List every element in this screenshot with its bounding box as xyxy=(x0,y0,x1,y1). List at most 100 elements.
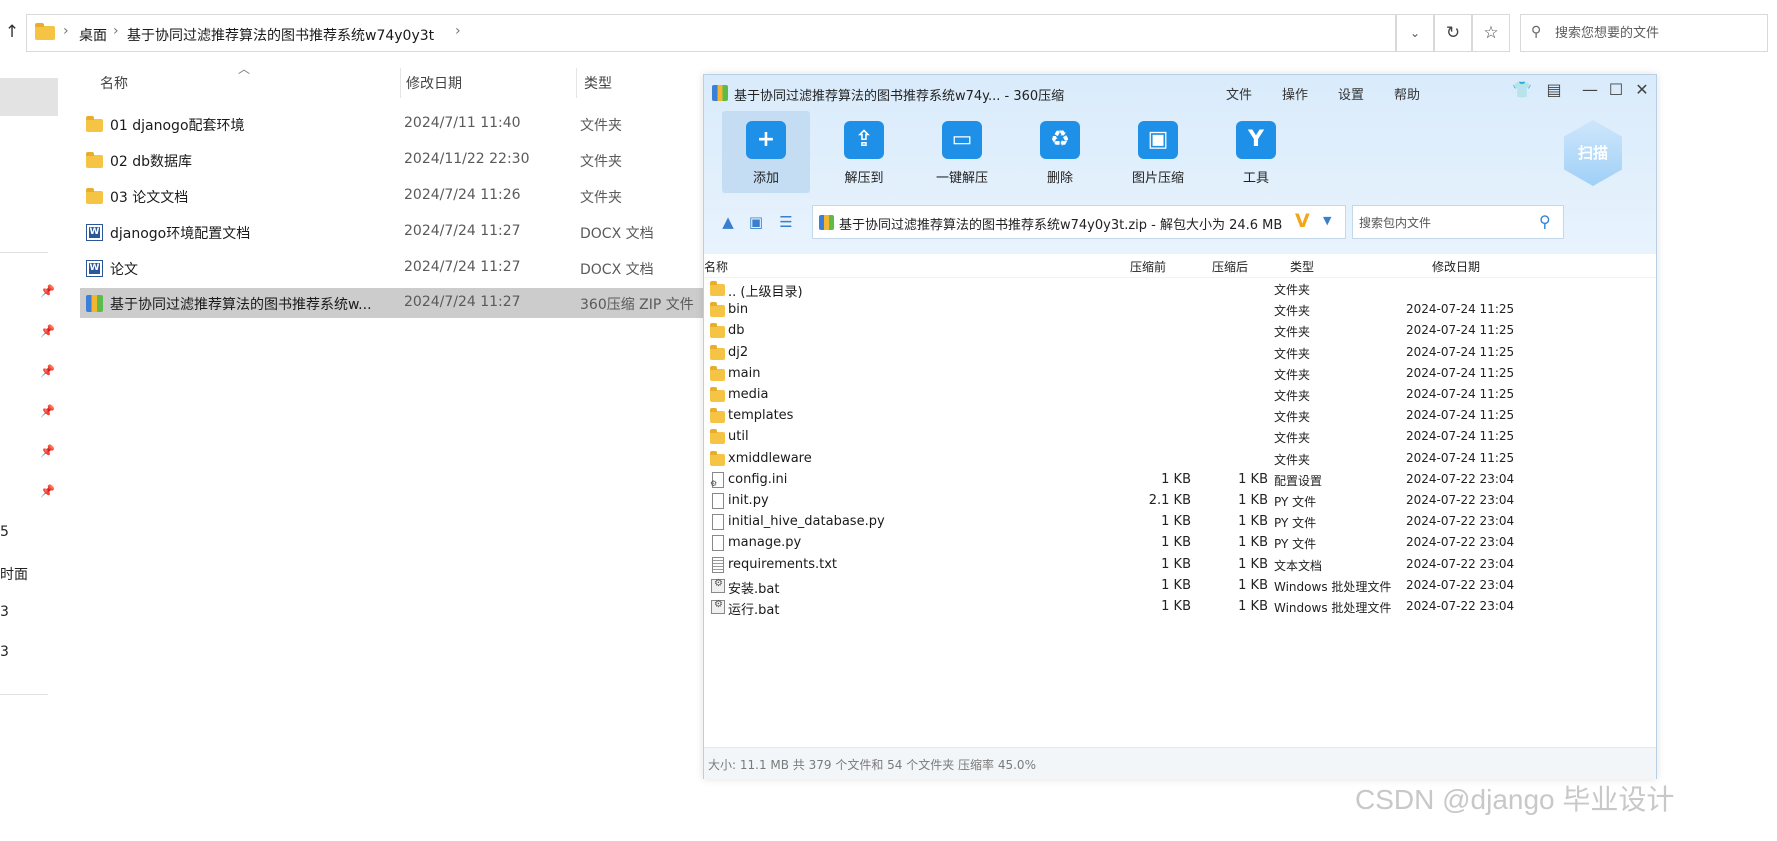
zip-entry-compressed-size: 1 KB xyxy=(1238,556,1268,572)
zip-col-packed[interactable]: 压缩前 xyxy=(1130,258,1166,275)
column-header-date[interactable]: 修改日期 xyxy=(406,73,462,93)
zip-entry-type: PY 文件 xyxy=(1274,516,1317,531)
zip-entry-row[interactable]: xmiddleware 文件夹 2024-07-24 11:25 xyxy=(704,449,1656,470)
file-row[interactable]: djanogo环境配置文档 2024/7/24 11:27 DOCX 文档 xyxy=(80,217,710,247)
scan-button[interactable]: 扫描 xyxy=(1564,120,1622,186)
tool-image-compress-button[interactable]: ▣ 图片压缩 xyxy=(1114,111,1202,193)
feedback-icon[interactable]: ▤ xyxy=(1544,80,1564,99)
thumbnail-view-icon[interactable]: ▣ xyxy=(746,213,766,231)
zip-entry-row[interactable]: media 文件夹 2024-07-24 11:25 xyxy=(704,385,1656,406)
zip-entry-modified: 2024-07-22 23:04 xyxy=(1406,514,1515,529)
nav-item[interactable]: 3 xyxy=(0,604,9,620)
list-view-icon[interactable]: ☰ xyxy=(776,213,796,231)
column-separator[interactable] xyxy=(400,68,401,98)
zip-entry-row[interactable]: config.ini 1 KB 1 KB 配置设置 2024-07-22 23:04 xyxy=(704,470,1656,491)
v-logo-icon[interactable]: V xyxy=(1295,210,1310,232)
address-history-dropdown[interactable]: ⌄ xyxy=(1396,14,1434,52)
maximize-icon[interactable]: ☐ xyxy=(1606,80,1626,99)
pin-icon[interactable]: 📌 xyxy=(40,484,55,498)
breadcrumb-desktop[interactable]: 桌面 xyxy=(79,25,107,45)
column-header-type[interactable]: 类型 xyxy=(584,73,612,93)
explorer-search[interactable]: ⚲ xyxy=(1520,14,1768,52)
chevron-down-icon[interactable]: ▼ xyxy=(1323,214,1331,227)
zip-col-compressed[interactable]: 压缩后 xyxy=(1212,258,1248,275)
zip-entry-packed-size: 1 KB xyxy=(1161,514,1191,530)
close-icon[interactable]: ✕ xyxy=(1632,80,1652,99)
file-type: 文件夹 xyxy=(580,118,622,134)
zip-entry-row[interactable]: 安装.bat 1 KB 1 KB Windows 批处理文件 2024-07-22 23… xyxy=(704,576,1656,597)
zip-path-row: ▲ ▣ ☰ 基于协同过滤推荐算法的图书推荐系统w74y0y3t.zip - 解包… xyxy=(704,203,1656,243)
zip-entry-modified: 2024-07-22 23:04 xyxy=(1406,471,1515,486)
up-arrow-icon[interactable]: ↑ xyxy=(2,22,22,44)
zip-entry-row[interactable]: requirements.txt 1 KB 1 KB 文本文档 2024-07-22 2… xyxy=(704,555,1656,576)
zip-col-modified[interactable]: 修改日期 xyxy=(1432,258,1480,275)
file-row[interactable]: 02 db数据库 2024/11/22 22:30 文件夹 xyxy=(80,145,710,175)
zip-entry-row[interactable]: templates 文件夹 2024-07-24 11:25 xyxy=(704,406,1656,427)
zip-window: 基于协同过滤推荐算法的图书推荐系统w74y... - 360压缩 文件 操作 设… xyxy=(703,74,1657,779)
zip-entry-row[interactable]: bin 文件夹 2024-07-24 11:25 xyxy=(704,300,1656,321)
zip-entry-row[interactable]: util 文件夹 2024-07-24 11:25 xyxy=(704,427,1656,448)
folder-icon xyxy=(710,281,725,296)
zip-entry-row[interactable]: 运行.bat 1 KB 1 KB Windows 批处理文件 2024-07-22 23… xyxy=(704,597,1656,618)
nav-item[interactable]: 5 xyxy=(0,524,9,540)
zip-archive-icon xyxy=(819,215,834,230)
archive-search[interactable]: ⚲ xyxy=(1352,205,1564,239)
zip-entry-type: PY 文件 xyxy=(1274,537,1317,552)
zip-entry-type: 文件夹 xyxy=(1274,389,1311,403)
pin-icon[interactable]: 📌 xyxy=(40,404,55,418)
refresh-icon[interactable]: ↻ xyxy=(1434,14,1472,52)
breadcrumb-project-folder[interactable]: 基于协同过滤推荐算法的图书推荐系统w74y0y3t xyxy=(127,25,434,45)
zip-entry-row[interactable]: main 文件夹 2024-07-24 11:25 xyxy=(704,364,1656,385)
zip-entry-row[interactable]: initial_hive_database.py 1 KB 1 KB PY 文件 202… xyxy=(704,512,1656,533)
explorer-search-input[interactable] xyxy=(1555,23,1755,43)
menu-help[interactable]: 帮助 xyxy=(1394,84,1420,103)
favorite-star-icon[interactable]: ☆ xyxy=(1472,14,1510,52)
zip-entry-name: util xyxy=(728,429,749,445)
zip-entry-row[interactable]: manage.py 1 KB 1 KB PY 文件 2024-07-22 23:04 xyxy=(704,533,1656,554)
file-row[interactable]: 论文 2024/7/24 11:27 DOCX 文档 xyxy=(80,253,710,283)
nav-item[interactable]: 3 xyxy=(0,644,9,660)
nav-selected-item[interactable] xyxy=(0,78,58,116)
address-bar[interactable]: › 桌面 › 基于协同过滤推荐算法的图书推荐系统w74y0y3t › xyxy=(26,14,1396,52)
zip-entry-modified: 2024-07-24 11:25 xyxy=(1406,365,1515,380)
recycle-icon: ♻ xyxy=(1040,121,1080,159)
nav-item[interactable]: 时面 xyxy=(0,564,28,584)
menu-settings[interactable]: 设置 xyxy=(1338,84,1364,103)
up-level-icon[interactable]: ▲ xyxy=(718,213,738,231)
zip-entry-row[interactable]: .. (上级目录) 文件夹 xyxy=(704,279,1656,300)
pin-icon[interactable]: 📌 xyxy=(40,324,55,338)
zip-entry-modified: 2024-07-22 23:04 xyxy=(1406,493,1515,507)
pin-icon[interactable]: 📌 xyxy=(40,284,55,298)
zip-entry-modified: 2024-07-22 23:04 xyxy=(1406,556,1515,571)
archive-path-bar[interactable]: 基于协同过滤推荐算法的图书推荐系统w74y0y3t.zip - 解包大小为 24… xyxy=(812,205,1346,239)
zip-header: 基于协同过滤推荐算法的图书推荐系统w74y... - 360压缩 文件 操作 设… xyxy=(704,75,1656,254)
tool-one-click-extract-button[interactable]: ▭ 一键解压 xyxy=(918,111,1006,193)
zip-app-icon xyxy=(712,85,728,101)
menu-operate[interactable]: 操作 xyxy=(1282,84,1308,103)
file-row-selected[interactable]: 基于协同过滤推荐算法的图书推荐系统w... 2024/7/24 11:27 36… xyxy=(80,288,710,318)
file-row[interactable]: 03 论文文档 2024/7/24 11:26 文件夹 xyxy=(80,181,710,211)
tool-add-button[interactable]: + 添加 xyxy=(722,111,810,193)
batch-file-icon xyxy=(711,599,725,614)
tool-extract-to-button[interactable]: ⇪ 解压到 xyxy=(820,111,908,193)
zip-col-type[interactable]: 类型 xyxy=(1290,258,1314,275)
zip-entry-row[interactable]: dj2 文件夹 2024-07-24 11:25 xyxy=(704,343,1656,364)
tool-tools-button[interactable]: Y 工具 xyxy=(1212,111,1300,193)
zip-col-name[interactable]: 名称 xyxy=(704,258,728,275)
pin-icon[interactable]: 📌 xyxy=(40,444,55,458)
zip-entry-name: 安装.bat xyxy=(728,581,780,597)
column-separator[interactable] xyxy=(576,68,577,98)
skin-shirt-icon[interactable]: 👕 xyxy=(1512,80,1532,99)
zip-entry-row[interactable]: db 文件夹 2024-07-24 11:25 xyxy=(704,321,1656,342)
pin-icon[interactable]: 📌 xyxy=(40,364,55,378)
tool-delete-button[interactable]: ♻ 删除 xyxy=(1016,111,1104,193)
file-row[interactable]: 01 djanogo配套环境 2024/7/11 11:40 文件夹 xyxy=(80,109,710,139)
search-icon[interactable]: ⚲ xyxy=(1539,212,1551,231)
zip-entry-row[interactable]: init.py 2.1 KB 1 KB PY 文件 2024-07-22 23:04 xyxy=(704,491,1656,512)
archive-search-input[interactable] xyxy=(1359,214,1529,232)
zip-entry-name: templates xyxy=(728,408,794,424)
column-header-name[interactable]: 名称 xyxy=(100,73,128,93)
zip-entry-name: media xyxy=(728,387,769,402)
minimize-icon[interactable]: — xyxy=(1580,80,1600,99)
menu-file[interactable]: 文件 xyxy=(1226,84,1252,103)
